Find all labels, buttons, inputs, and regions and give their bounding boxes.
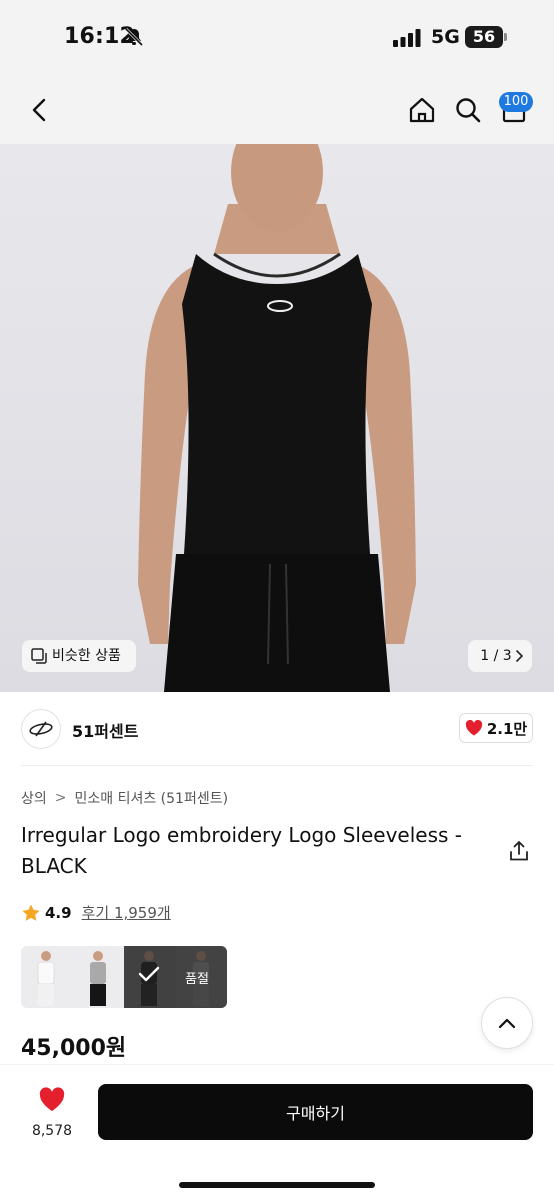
reviews-link[interactable]: 후기 1,959개 — [82, 902, 171, 923]
brand-like-button[interactable]: 2.1만 — [459, 713, 533, 743]
battery-indicator: 56 — [465, 26, 503, 48]
product-title: Irregular Logo embroidery Logo Sleeveles… — [21, 823, 463, 878]
breadcrumb-subcategory[interactable]: 민소매 티셔츠 (51퍼센트) — [75, 788, 229, 808]
image-pager-text: 1 / 3 — [480, 648, 512, 664]
check-icon — [138, 966, 160, 982]
home-indicator — [179, 1182, 375, 1188]
back-button[interactable] — [22, 93, 56, 127]
rating-row: 4.9 후기 1,959개 — [21, 902, 171, 923]
top-nav — [0, 76, 554, 144]
brand-like-count: 2.1만 — [486, 719, 528, 738]
status-bar: 16:12 5G 56 — [0, 0, 554, 76]
wishlist-count: 8,578 — [31, 1123, 73, 1139]
home-button[interactable] — [405, 93, 439, 127]
chevron-left-icon — [32, 98, 46, 122]
variant-white[interactable] — [21, 946, 73, 1008]
breadcrumb-separator: > — [54, 790, 67, 806]
product-price: 45,000원 — [21, 1036, 127, 1061]
variant-gray[interactable] — [72, 946, 124, 1008]
heart-icon — [39, 1087, 65, 1111]
breadcrumb: 상의 > 민소매 티셔츠 (51퍼센트) — [21, 788, 228, 808]
cart-count-badge: 100 — [499, 92, 533, 112]
similar-products-label: 비슷한 상품 — [52, 648, 121, 664]
bottom-bar-divider — [0, 1064, 554, 1065]
bell-off-icon — [124, 27, 144, 47]
image-pager[interactable]: 1 / 3 — [468, 640, 532, 672]
brand-logo-mark — [29, 721, 53, 737]
variant-gray-photo — [89, 951, 106, 1006]
brand-name[interactable]: 51퍼센트 — [72, 718, 138, 742]
heart-icon — [465, 720, 482, 736]
share-icon[interactable] — [508, 840, 530, 862]
breadcrumb-category[interactable]: 상의 — [21, 788, 47, 808]
cellular-signal-icon — [393, 29, 421, 47]
variant-white-photo — [37, 951, 55, 1006]
similar-products-button[interactable]: 비슷한 상품 — [22, 640, 136, 672]
similar-items-icon — [31, 648, 47, 664]
search-icon — [456, 98, 481, 123]
home-icon — [409, 97, 435, 123]
scroll-top-button[interactable] — [481, 997, 533, 1049]
chevron-right-icon — [516, 650, 523, 662]
product-photo — [138, 144, 416, 692]
brand-logo[interactable] — [21, 709, 61, 749]
battery-tip — [504, 33, 507, 41]
star-icon — [22, 904, 40, 921]
section-divider — [21, 765, 533, 766]
search-button[interactable] — [451, 93, 485, 127]
buy-button[interactable]: 구매하기 — [98, 1084, 533, 1140]
network-type: 5G — [431, 26, 460, 48]
rating-value: 4.9 — [45, 903, 72, 922]
soldout-label: 품절 — [185, 972, 209, 987]
chevron-up-icon — [498, 1018, 516, 1029]
product-image[interactable]: 비슷한 상품 1 / 3 — [0, 144, 554, 692]
wishlist-button[interactable]: 8,578 — [28, 1087, 76, 1139]
